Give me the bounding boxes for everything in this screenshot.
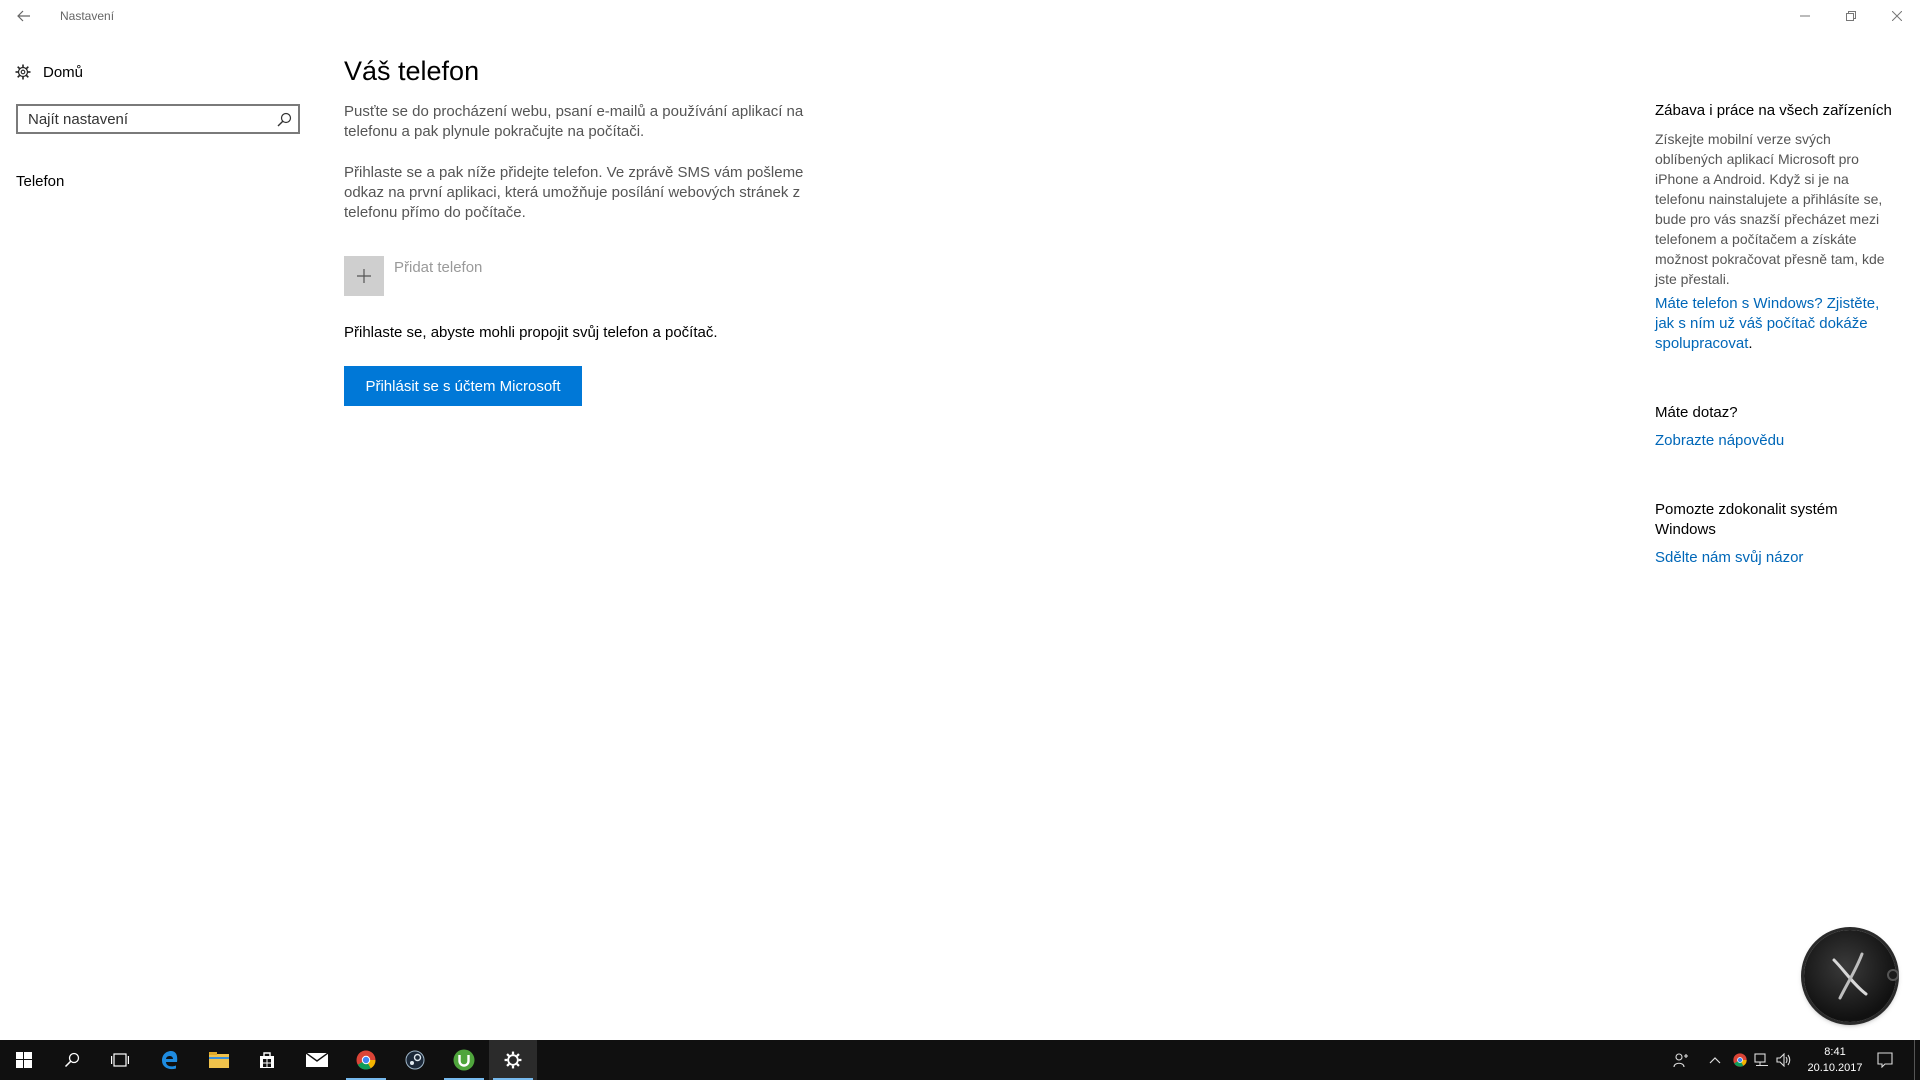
taskbar-clock[interactable]: 8:41 20.10.2017: [1800, 1044, 1870, 1076]
task-view-icon: [111, 1053, 129, 1067]
file-explorer-icon: [209, 1052, 229, 1068]
settings-search-box[interactable]: [16, 104, 300, 134]
close-button[interactable]: [1874, 0, 1920, 32]
add-phone-button[interactable]: Přidat telefon: [344, 256, 482, 296]
link-period: .: [1748, 335, 1753, 352]
settings-icon: [504, 1051, 522, 1069]
settings-search-input[interactable]: [28, 106, 268, 132]
plus-icon: [344, 256, 384, 296]
steam-button[interactable]: [391, 1040, 439, 1080]
signin-microsoft-button[interactable]: Přihlásit se s účtem Microsoft: [344, 366, 582, 406]
taskbar-search-button[interactable]: [48, 1040, 96, 1080]
minimize-button[interactable]: [1782, 0, 1828, 32]
gear-icon: [15, 64, 31, 80]
taskbar: 8:41 20.10.2017: [0, 1040, 1920, 1080]
x-logo-icon: [1832, 952, 1868, 1000]
steam-icon: [405, 1050, 425, 1070]
window-title: Nastavení: [60, 9, 115, 23]
clock-date: 20.10.2017: [1807, 1062, 1863, 1074]
feedback-heading: Pomozte zdokonalit systém Windows: [1655, 501, 1838, 538]
signin-note: Přihlaste se, abyste mohli propojit svůj…: [344, 324, 718, 341]
clock-time: 8:41: [1824, 1046, 1846, 1058]
windows-phone-link[interactable]: Máte telefon s Windows? Zjistěte, jak s …: [1655, 295, 1879, 352]
store-icon: [260, 1052, 274, 1068]
related-section-devices: Zábava i práce na všech zařízeních Získe…: [1655, 101, 1895, 354]
back-button[interactable]: [10, 2, 38, 30]
related-section-help: Máte dotaz? Zobrazte nápovědu: [1655, 403, 1895, 451]
people-icon[interactable]: [1673, 1052, 1689, 1068]
restore-icon: [1846, 11, 1856, 21]
related-section-feedback: Pomozte zdokonalit systém Windows Sdělte…: [1655, 500, 1890, 568]
mail-icon: [306, 1053, 328, 1067]
volume-icon[interactable]: [1776, 1052, 1792, 1068]
close-icon: [1892, 11, 1902, 21]
add-phone-label: Přidat telefon: [394, 259, 483, 276]
chevron-up-icon[interactable]: [1707, 1052, 1723, 1068]
title-bar: Nastavení: [0, 0, 1920, 32]
intro-description: Pusťte se do procházení webu, psaní e-ma…: [344, 103, 804, 140]
sidebar-item-telefon[interactable]: Telefon: [16, 173, 64, 190]
settings-button[interactable]: [489, 1040, 537, 1080]
action-center-icon[interactable]: [1877, 1052, 1893, 1068]
page-title: Váš telefon: [344, 56, 480, 86]
show-desktop-divider[interactable]: [1914, 1040, 1915, 1080]
orb-handle[interactable]: [1887, 969, 1899, 981]
help-heading: Máte dotaz?: [1655, 404, 1738, 421]
task-view-button[interactable]: [96, 1040, 144, 1080]
home-link[interactable]: Domů: [15, 61, 83, 83]
utorrent-button[interactable]: [440, 1040, 488, 1080]
search-icon[interactable]: [276, 112, 292, 128]
start-button[interactable]: [0, 1040, 48, 1080]
feedback-link[interactable]: Sdělte nám svůj názor: [1655, 548, 1890, 568]
mail-button[interactable]: [293, 1040, 341, 1080]
devices-text: Získejte mobilní verze svých oblíbených …: [1655, 131, 1885, 287]
chrome-button[interactable]: [342, 1040, 390, 1080]
search-icon: [64, 1052, 80, 1068]
edge-button[interactable]: [146, 1040, 194, 1080]
chrome-tray-icon[interactable]: [1732, 1052, 1748, 1068]
home-label: Domů: [43, 63, 84, 81]
devices-heading: Zábava i práce na všech zařízeních: [1655, 102, 1892, 119]
back-arrow-icon: [17, 10, 30, 22]
restore-button[interactable]: [1828, 0, 1874, 32]
file-explorer-button[interactable]: [195, 1040, 243, 1080]
edge-icon: [162, 1051, 178, 1070]
minimize-icon: [1800, 15, 1810, 17]
network-icon[interactable]: [1754, 1052, 1770, 1068]
floating-app-orb[interactable]: [1804, 930, 1896, 1022]
get-help-link[interactable]: Zobrazte nápovědu: [1655, 431, 1895, 451]
store-button[interactable]: [243, 1040, 291, 1080]
chrome-icon: [356, 1050, 376, 1070]
utorrent-icon: [453, 1049, 475, 1071]
signin-description: Přihlaste se a pak níže přidejte telefon…: [344, 164, 804, 221]
start-icon: [16, 1052, 32, 1068]
